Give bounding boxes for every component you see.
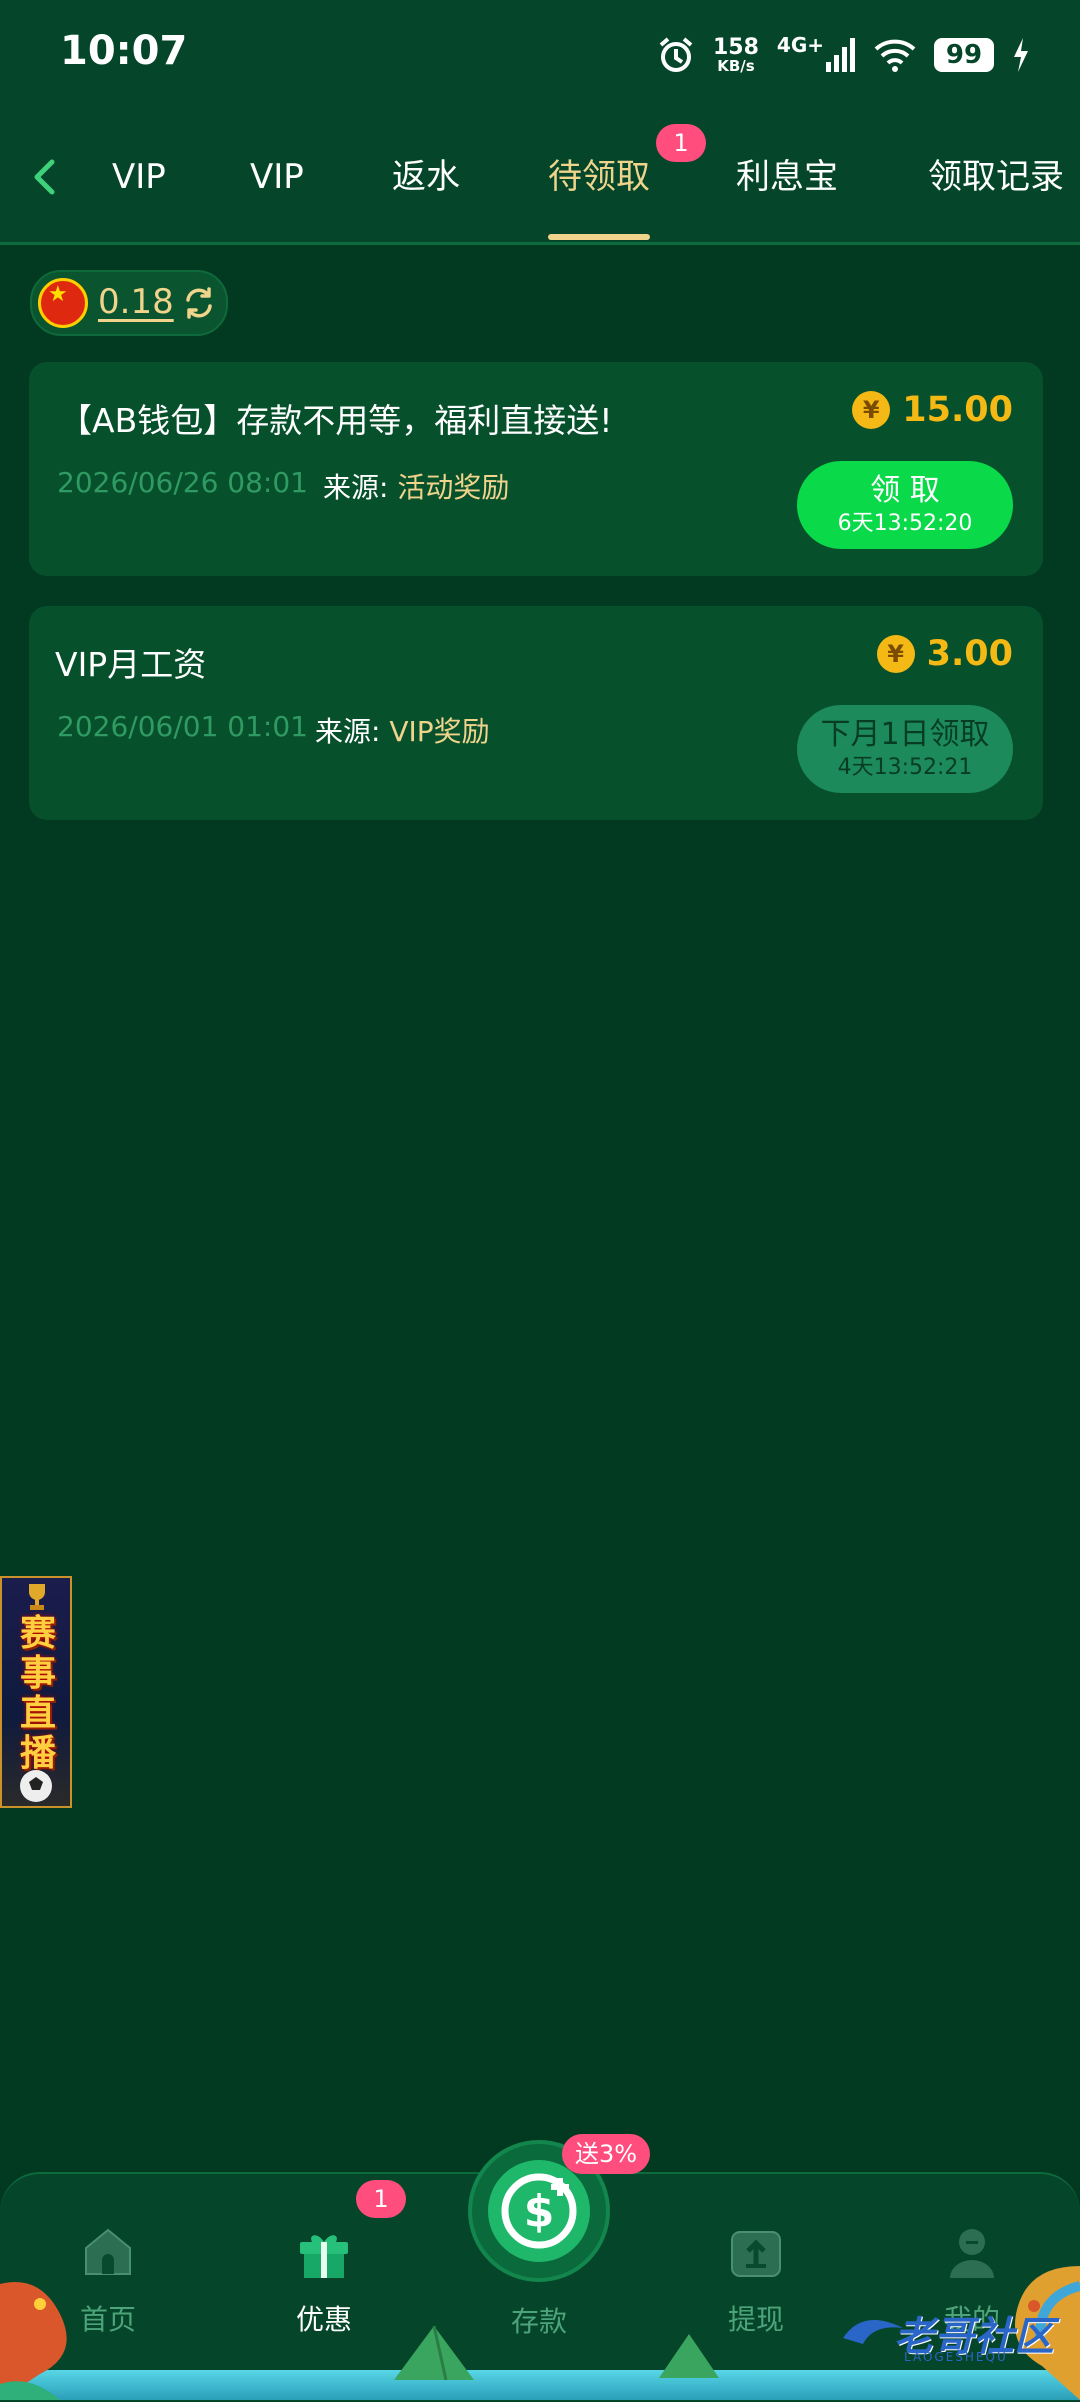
reward-date: 2026/06/26 08:01 <box>57 466 308 499</box>
claim-button-label: 下月1日领取 <box>820 717 990 752</box>
claim-countdown: 6天13:52:20 <box>837 511 973 536</box>
active-tab-indicator <box>548 234 650 240</box>
clock: 10:07 <box>60 28 188 74</box>
balance-pill: ★ 0.18 <box>30 270 228 336</box>
signal-icon: 4G+ <box>777 33 856 72</box>
profile-icon <box>950 2229 994 2278</box>
nav-withdraw[interactable]: 提现 <box>686 2220 826 2338</box>
china-flag-icon: ★ <box>38 278 88 328</box>
net-speed: 158 KB/s <box>712 34 759 75</box>
water-decoration <box>0 2370 1080 2400</box>
watermark-logo: 老哥社区 LAOGESHEQU <box>838 2298 1058 2368</box>
zongzi-decoration <box>659 2334 719 2378</box>
reward-card: 【AB钱包】存款不用等，福利直接送! ¥ 15.00 2026/06/26 08… <box>29 362 1043 576</box>
nav-promo-label: 优惠 <box>295 2303 352 2336</box>
gift-icon <box>300 2235 348 2278</box>
charging-icon <box>1012 38 1030 72</box>
status-bar: 10:07 158 KB/s 4G+ 99 <box>0 0 1080 110</box>
claim-button-label: 领 取 <box>870 473 940 508</box>
withdraw-icon <box>731 2231 781 2277</box>
reward-date: 2026/06/01 01:01 <box>57 710 308 743</box>
nav-promo-badge: 1 <box>356 2180 406 2218</box>
reward-amount-value: 15.00 <box>902 390 1013 430</box>
reward-card: VIP月工资 ¥ 3.00 2026/06/01 01:01 来源: VIP奖励… <box>29 606 1043 820</box>
status-icons: 158 KB/s 4G+ 99 <box>657 30 1030 80</box>
live-events-label: 赛事直播 <box>19 1613 56 1774</box>
tab-bar: VIP VIP 返水 待领取 利息宝 领取记录 <box>0 110 1080 245</box>
claim-button[interactable]: 领 取 6天13:52:20 <box>797 461 1013 549</box>
coin-icon: ¥ <box>876 635 915 673</box>
tab-interest[interactable]: 利息宝 <box>736 152 838 202</box>
claim-countdown: 4天13:52:21 <box>837 755 973 780</box>
refresh-icon[interactable] <box>180 284 218 322</box>
tab-vip-1[interactable]: VIP <box>112 152 166 202</box>
coin-icon: ¥ <box>852 391 891 429</box>
live-events-banner[interactable]: 赛事直播 <box>0 1576 72 1808</box>
reward-title: VIP月工资 <box>55 645 207 684</box>
net-speed-value: 158 <box>712 34 759 60</box>
reward-title: 【AB钱包】存款不用等，福利直接送! <box>59 401 613 440</box>
reward-amount-value: 3.00 <box>926 634 1013 674</box>
watermark-subtext: LAOGESHEQU <box>904 2350 1008 2364</box>
reward-source: 来源: 活动奖励 <box>323 466 509 506</box>
trophy-icon <box>29 1584 45 1610</box>
reward-amount: ¥ 15.00 <box>852 390 1013 430</box>
chevron-left-icon <box>34 159 55 195</box>
reward-source-value: VIP奖励 <box>389 715 490 748</box>
reward-source-label: 来源: <box>323 471 389 504</box>
reward-source: 来源: VIP奖励 <box>315 710 490 750</box>
net-speed-unit: KB/s <box>717 56 755 75</box>
zongzi-decoration <box>394 2325 474 2381</box>
back-button[interactable] <box>22 152 72 202</box>
tab-claim-history[interactable]: 领取记录 <box>928 152 1064 202</box>
reward-source-value: 活动奖励 <box>397 471 510 504</box>
reward-source-label: 来源: <box>315 715 381 748</box>
wifi-icon <box>874 38 916 72</box>
svg-text:$: $ <box>524 2186 555 2237</box>
alarm-icon <box>657 36 695 74</box>
nav-deposit-label: 存款 <box>510 2305 567 2338</box>
nav-promo[interactable]: 优惠 <box>254 2220 394 2338</box>
dragon-decoration <box>0 2282 67 2400</box>
soccer-ball-icon <box>20 1770 52 1802</box>
home-icon <box>85 2228 131 2275</box>
tab-rebate[interactable]: 返水 <box>392 152 460 202</box>
tab-vip-2[interactable]: VIP <box>250 152 304 202</box>
balance-value[interactable]: 0.18 <box>98 282 174 322</box>
tab-badge: 1 <box>656 124 706 162</box>
reward-amount: ¥ 3.00 <box>876 634 1013 674</box>
deposit-bonus-badge: 送3% <box>562 2134 650 2174</box>
deposit-icon: $ <box>488 2160 590 2262</box>
pending-claim-button[interactable]: 下月1日领取 4天13:52:21 <box>797 705 1013 793</box>
network-type: 4G+ <box>776 33 824 57</box>
tab-pending-claim[interactable]: 待领取 <box>548 152 650 202</box>
battery-level: 99 <box>934 38 994 72</box>
